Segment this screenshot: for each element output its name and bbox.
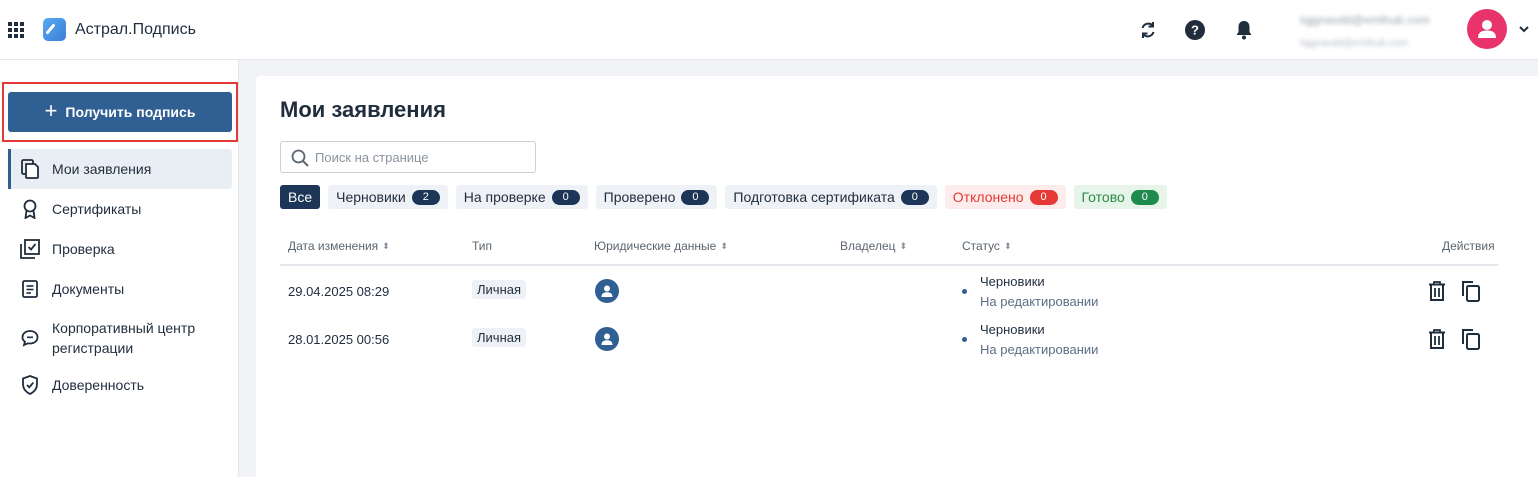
person-icon[interactable] [595, 279, 619, 303]
filter-label: Подготовка сертификата [733, 189, 895, 205]
column-label: Юридические данные [594, 239, 717, 253]
main-content: Мои заявления Все Черновики 2 На проверк… [256, 76, 1538, 477]
count-badge: 0 [681, 189, 710, 205]
user-avatar[interactable] [1467, 9, 1507, 49]
count-badge: 0 [1029, 189, 1058, 205]
row-date: 29.04.2025 08:29 [288, 284, 390, 299]
column-label: Статус [962, 239, 1000, 253]
sidebar-item-documents[interactable]: Документы [8, 279, 232, 299]
trash-icon[interactable] [1426, 280, 1448, 302]
status-dot [962, 337, 967, 342]
user-icon [1478, 20, 1496, 38]
shield-icon [20, 375, 40, 395]
column-label: Действия [1442, 239, 1495, 253]
filter-under-review[interactable]: На проверке 0 [455, 185, 588, 209]
count-badge: 0 [551, 189, 580, 205]
sidebar-item-label: Проверка [52, 241, 115, 257]
sidebar-item-label: Сертификаты [52, 201, 142, 217]
row-date: 28.01.2025 00:56 [288, 332, 390, 347]
chat-bubble-icon [20, 328, 40, 348]
trash-icon[interactable] [1426, 328, 1448, 350]
filter-cert-preparation[interactable]: Подготовка сертификата 0 [725, 185, 937, 209]
column-status[interactable]: Статус ⬍ [962, 239, 1011, 253]
row-substatus: На редактировании [980, 294, 1099, 309]
column-legal-data[interactable]: Юридические данные ⬍ [594, 239, 728, 253]
filter-label: Черновики [336, 189, 406, 205]
column-label: Владелец [840, 239, 896, 253]
status-filters: Все Черновики 2 На проверке 0 Проверено … [280, 185, 1167, 209]
sort-icon: ⬍ [720, 240, 728, 251]
bell-icon[interactable] [1233, 19, 1255, 41]
count-badge: 0 [1130, 189, 1159, 205]
user-email: tqjgnavdd@emlhub.com [1300, 13, 1430, 27]
copy-icon[interactable] [1460, 328, 1482, 350]
filter-drafts[interactable]: Черновики 2 [328, 185, 448, 209]
sidebar-item-label: Документы [52, 281, 125, 297]
column-label: Тип [472, 239, 493, 253]
apps-grid-icon[interactable] [8, 22, 24, 38]
sidebar: + Получить подпись Мои заявления Сертифи… [0, 60, 239, 477]
column-type: Тип [472, 239, 492, 253]
sidebar-item-power-of-attorney[interactable]: Доверенность [8, 375, 232, 395]
column-date[interactable]: Дата изменения ⬍ [288, 239, 390, 253]
filter-ready[interactable]: Готово 0 [1073, 185, 1167, 209]
count-badge: 0 [900, 189, 929, 205]
column-actions: Действия [1442, 239, 1495, 253]
sort-icon: ⬍ [382, 240, 390, 251]
row-status: Черновики [980, 274, 1045, 289]
sidebar-item-label: Доверенность [52, 377, 145, 393]
search-input[interactable] [315, 147, 525, 167]
sidebar-item-verification[interactable]: Проверка [8, 239, 232, 259]
sidebar-item-my-applications[interactable]: Мои заявления [8, 149, 232, 189]
table-row[interactable]: 28.01.2025 00:56 Личная Черновики На ред… [280, 317, 1498, 365]
status-dot [962, 289, 967, 294]
sidebar-item-label: Мои заявления [52, 161, 152, 177]
get-signature-button[interactable]: + Получить подпись [8, 92, 232, 132]
app-logo-icon [43, 18, 66, 41]
column-owner[interactable]: Владелец ⬍ [840, 239, 907, 253]
filter-rejected[interactable]: Отклонено 0 [944, 185, 1066, 209]
documents-copy-icon [20, 159, 40, 179]
search-icon [291, 149, 309, 167]
table-header: Дата изменения ⬍ Тип Юридические данные ⬍ … [280, 232, 1498, 266]
chevron-down-icon[interactable] [1517, 22, 1531, 36]
row-substatus: На редактировании [980, 342, 1099, 357]
svg-text:?: ? [1191, 23, 1199, 38]
table-row[interactable]: 29.04.2025 08:29 Личная Черновики На ред… [280, 269, 1498, 317]
app-title[interactable]: Астрал.Подпись [75, 21, 196, 39]
award-icon [20, 199, 40, 219]
sidebar-item-label-line1: Корпоративный центр [52, 320, 196, 336]
filter-label: Все [288, 189, 313, 205]
filter-label: На проверке [463, 189, 546, 205]
search-field[interactable] [280, 141, 536, 173]
row-status: Черновики [980, 322, 1045, 337]
top-header: Астрал.Подпись ? tqjgnavdd@emlhub.com tq… [0, 0, 1538, 60]
checkbox-stack-icon [20, 239, 40, 259]
sidebar-item-corporate-registration[interactable]: Корпоративный центр регистрации [8, 318, 232, 358]
filter-label: Отклонено [952, 189, 1024, 205]
filter-label: Проверено [603, 189, 676, 205]
get-signature-label: Получить подпись [65, 104, 196, 120]
refresh-icon[interactable] [1137, 19, 1159, 41]
person-icon[interactable] [595, 327, 619, 351]
count-badge: 2 [411, 189, 440, 205]
filter-label: Готово [1081, 189, 1125, 205]
plus-icon: + [44, 98, 58, 123]
page-title: Мои заявления [280, 97, 446, 122]
user-email-secondary: tqjgnavdd@emlhub.com [1300, 38, 1408, 49]
copy-icon[interactable] [1460, 280, 1482, 302]
column-label: Дата изменения [288, 239, 379, 253]
help-icon[interactable]: ? [1184, 19, 1206, 41]
document-list-icon [20, 279, 40, 299]
row-type-tag: Личная [472, 328, 527, 347]
row-type-tag: Личная [472, 280, 527, 299]
sidebar-item-certificates[interactable]: Сертификаты [8, 199, 232, 219]
sidebar-item-label-line2: регистрации [52, 340, 134, 356]
sort-icon: ⬍ [1003, 240, 1012, 251]
filter-verified[interactable]: Проверено 0 [595, 185, 718, 209]
sort-icon: ⬍ [899, 240, 908, 251]
filter-all[interactable]: Все [280, 185, 321, 209]
